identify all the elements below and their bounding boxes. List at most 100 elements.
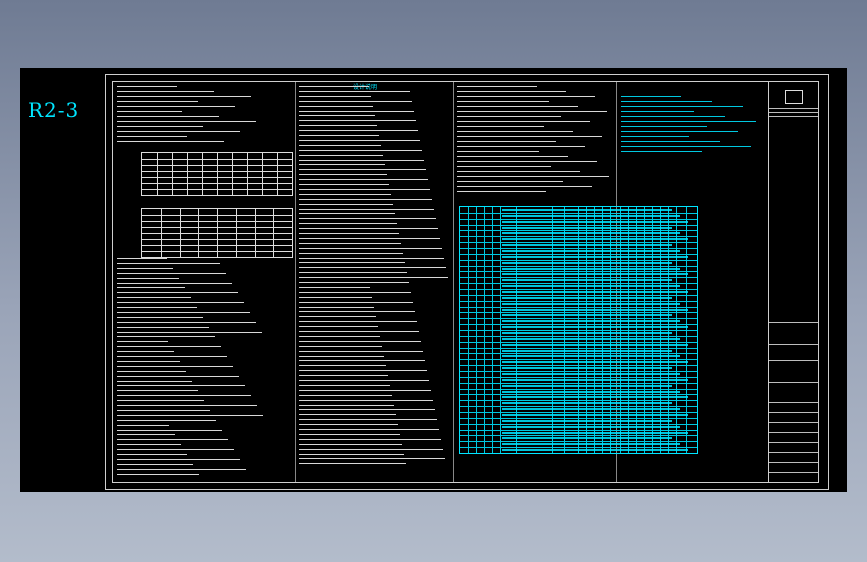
- note-line: [299, 443, 402, 445]
- table-cell-text: [502, 419, 672, 422]
- note-line: [117, 409, 210, 411]
- table-column: [160, 209, 162, 257]
- note-line: [299, 448, 443, 450]
- note-line: [457, 111, 607, 112]
- note-line: [299, 463, 406, 465]
- table-column: [254, 209, 256, 257]
- note-line: [117, 267, 173, 269]
- table-cell-text: [502, 291, 688, 293]
- note-line: [299, 301, 413, 303]
- table-cell-text: [502, 267, 680, 270]
- table-column: [500, 207, 501, 453]
- note-line: [117, 272, 226, 274]
- table-column: [172, 153, 173, 195]
- note-line: [457, 131, 573, 132]
- table-cell-text: [502, 308, 688, 311]
- note-line: [299, 389, 431, 391]
- note-line: [117, 400, 204, 402]
- note-line: [299, 262, 405, 264]
- note-line: [117, 419, 216, 421]
- note-line: [117, 346, 221, 348]
- table-cell-text: [502, 431, 688, 434]
- note-line: [457, 181, 563, 182]
- table-cell-text: [502, 261, 672, 264]
- note-line: [299, 380, 429, 381]
- note-line: [117, 434, 175, 436]
- drawing-sheet-outer-frame: 设计说明: [105, 74, 829, 490]
- note-line: [117, 454, 187, 455]
- table-cell-text: [502, 408, 680, 411]
- note-line: [117, 473, 199, 475]
- note-line: [117, 380, 192, 382]
- note-line: [117, 292, 238, 294]
- table-column: [217, 209, 218, 257]
- note-line: [117, 458, 240, 460]
- logo-box: [785, 90, 803, 104]
- column-divider: [453, 82, 454, 482]
- note-line: [117, 141, 224, 142]
- table-cell-text: [502, 361, 688, 364]
- note-line: [299, 159, 424, 161]
- table-column: [235, 209, 237, 257]
- note-line: [117, 331, 262, 333]
- note-line: [299, 213, 395, 215]
- table-cell-text: [502, 367, 672, 370]
- note-line: [299, 458, 445, 460]
- note-line: [117, 351, 174, 353]
- note-line: [117, 311, 250, 313]
- note-line: [299, 355, 384, 357]
- title-block: [768, 82, 818, 482]
- note-line: [117, 336, 215, 338]
- note-line: [299, 286, 370, 288]
- note-line: [299, 277, 448, 279]
- note-line: [299, 257, 444, 259]
- note-line: [299, 350, 423, 352]
- table-cell-text: [502, 332, 672, 334]
- note-line: [621, 151, 702, 152]
- note-line: [117, 307, 197, 308]
- table-cell-text: [502, 273, 688, 276]
- note-line: [457, 106, 578, 107]
- note-line: [117, 341, 168, 343]
- table-cell-text: [502, 343, 688, 346]
- note-line: [299, 375, 388, 377]
- note-line: [299, 233, 399, 234]
- note-line: [299, 424, 398, 426]
- note-line: [299, 453, 404, 455]
- note-line: [457, 151, 539, 152]
- note-line: [117, 360, 180, 362]
- note-line: [299, 360, 425, 362]
- note-line: [117, 429, 222, 431]
- note-line: [117, 282, 232, 284]
- table-cell-text: [502, 209, 672, 211]
- table-cell-text: [502, 302, 680, 305]
- note-line: [621, 111, 694, 112]
- table-cell-text: [502, 220, 688, 223]
- table-cell-text: [502, 390, 680, 393]
- note-line: [621, 131, 738, 132]
- note-line: [299, 115, 375, 117]
- table-column: [492, 207, 493, 453]
- note-line: [299, 384, 390, 386]
- note-line: [299, 144, 381, 146]
- note-line: [299, 404, 394, 406]
- note-line: [299, 414, 396, 416]
- note-line: [117, 101, 198, 102]
- note-line: [299, 340, 421, 342]
- note-line: [299, 438, 441, 440]
- note-line: [299, 139, 420, 141]
- table-cell-text: [502, 337, 680, 340]
- table-cell-text: [502, 355, 680, 358]
- note-line: [117, 316, 203, 318]
- note-line: [299, 296, 372, 298]
- note-line: [621, 121, 756, 122]
- note-line: [299, 154, 383, 156]
- table-cell-text: [502, 349, 672, 352]
- note-line: [299, 208, 434, 210]
- note-line: [621, 126, 707, 127]
- note-line: [457, 176, 609, 177]
- table-column: [262, 153, 263, 195]
- note-line: [457, 96, 595, 97]
- note-line: [299, 331, 419, 332]
- cad-drawing-canvas[interactable]: R2-3 设计说明: [20, 68, 847, 492]
